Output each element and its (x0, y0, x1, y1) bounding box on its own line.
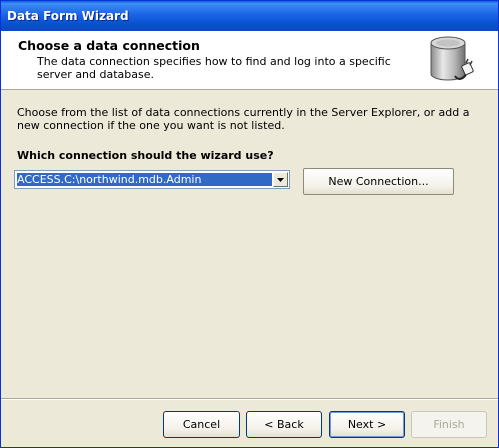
instructions-text: Choose from the list of data connections… (17, 106, 470, 132)
connection-dropdown[interactable]: ACCESS.C:\northwind.mdb.Admin (14, 170, 290, 189)
title-bar[interactable]: Data Form Wizard (1, 1, 498, 31)
connection-question-label: Which connection should the wizard use? (17, 149, 274, 162)
wizard-header: Choose a data connection The data connec… (1, 31, 498, 90)
finish-button[interactable]: Finish (411, 411, 487, 438)
connection-dropdown-value: ACCESS.C:\northwind.mdb.Admin (17, 173, 272, 186)
page-description: The data connection specifies how to fin… (37, 55, 391, 81)
chevron-down-icon (277, 177, 284, 182)
wizard-window: Data Form Wizard Choose a data connectio… (0, 0, 499, 448)
new-connection-button[interactable]: New Connection... (303, 168, 454, 195)
page-title: Choose a data connection (18, 38, 200, 53)
next-button[interactable]: Next > (329, 411, 405, 438)
window-title: Data Form Wizard (7, 9, 129, 23)
footer-separator (1, 398, 498, 400)
cancel-button[interactable]: Cancel (163, 411, 240, 438)
database-connection-icon (430, 36, 474, 81)
dropdown-arrow-button[interactable] (273, 172, 288, 187)
back-button[interactable]: < Back (246, 411, 322, 438)
